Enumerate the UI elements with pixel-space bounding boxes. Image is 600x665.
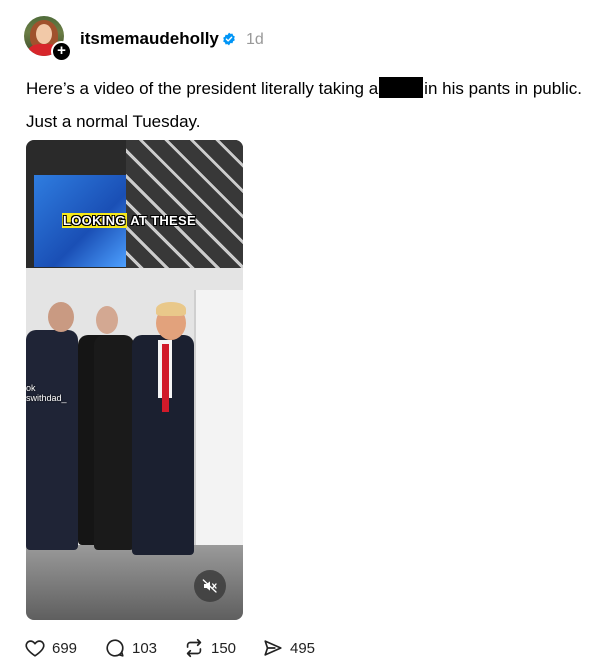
heart-icon bbox=[25, 640, 45, 657]
comment-icon bbox=[106, 639, 124, 657]
post-timestamp: 1d bbox=[246, 31, 264, 48]
username[interactable]: itsmemaudeholly bbox=[80, 29, 219, 49]
repost-button[interactable]: 150 bbox=[183, 637, 236, 659]
mute-button[interactable] bbox=[194, 570, 226, 602]
reply-count: 103 bbox=[132, 639, 158, 657]
follow-plus-icon[interactable]: + bbox=[51, 41, 72, 62]
video-caption: LOOKING AT THESE bbox=[62, 213, 196, 228]
post-text-before: Here’s a video of the president literall… bbox=[26, 79, 379, 98]
repost-count: 150 bbox=[211, 639, 237, 657]
send-icon bbox=[264, 640, 282, 656]
verified-badge-icon bbox=[223, 32, 235, 46]
repost-icon bbox=[186, 638, 202, 658]
like-button[interactable]: 699 bbox=[24, 637, 77, 659]
redaction-block bbox=[379, 77, 424, 98]
video-head-left bbox=[48, 302, 74, 332]
video-watermark: ok swithdad_ bbox=[26, 383, 67, 403]
video-person-left bbox=[26, 330, 78, 550]
like-count: 699 bbox=[52, 639, 78, 657]
share-count: 495 bbox=[290, 639, 316, 657]
video-pillar bbox=[194, 290, 243, 560]
post-text-line1: Here’s a video of the president literall… bbox=[26, 77, 582, 99]
video-head-middle bbox=[96, 306, 118, 334]
speaker-muted-icon bbox=[202, 579, 217, 593]
reply-button[interactable]: 103 bbox=[104, 637, 157, 659]
share-button[interactable]: 495 bbox=[262, 637, 315, 659]
video-hair-center bbox=[156, 302, 186, 316]
video-person-middle bbox=[94, 335, 134, 550]
post-text-after: in his pants in public. bbox=[424, 79, 582, 98]
post-text-line2: Just a normal Tuesday. bbox=[26, 112, 201, 131]
video-red-tie bbox=[162, 344, 169, 412]
video-truss bbox=[126, 140, 243, 280]
post-actions: 699 103 150 495 bbox=[24, 637, 584, 661]
video-player[interactable]: LOOKING AT THESE ok swithdad_ bbox=[26, 140, 243, 620]
avatar[interactable]: + bbox=[24, 16, 72, 62]
